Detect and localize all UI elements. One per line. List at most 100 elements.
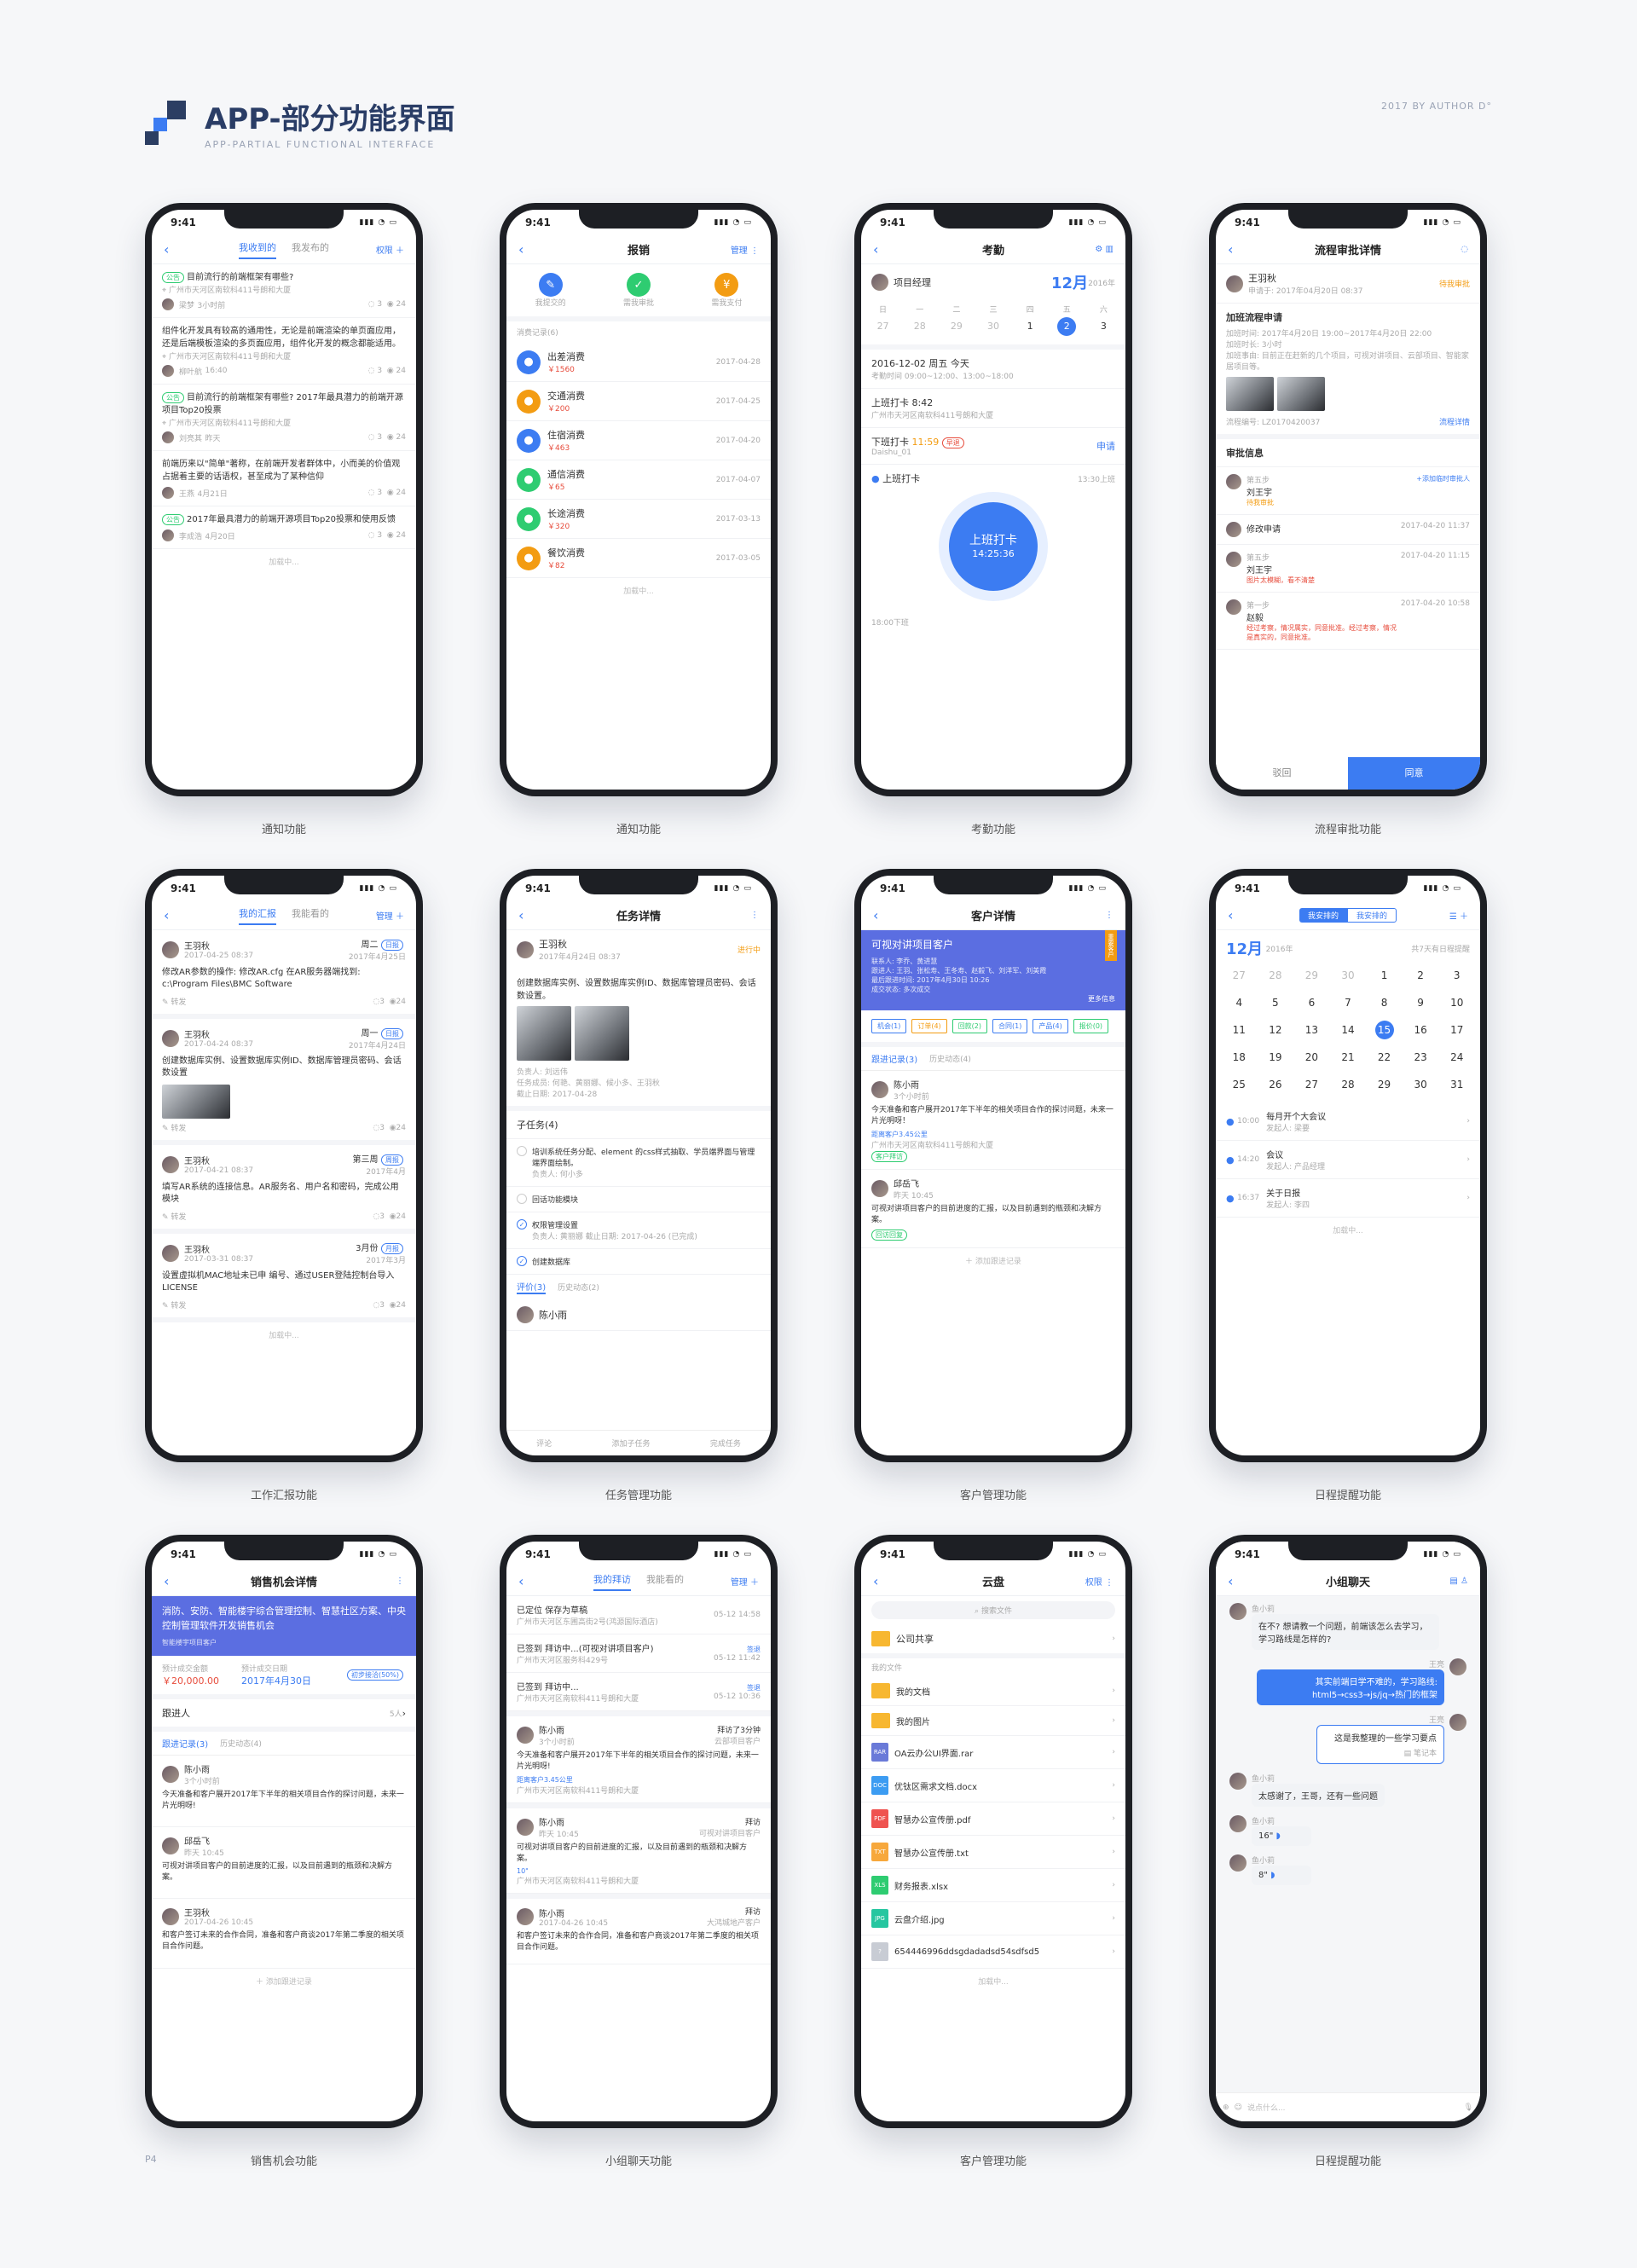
manage-button[interactable]: 管理 ＋ — [370, 909, 404, 922]
calendar-day[interactable]: 3 — [1438, 966, 1475, 985]
day-cell[interactable]: 日 27 — [874, 304, 893, 336]
follow-record[interactable]: 陈小雨 3个小时前 今天准备和客户展开2017年下半年的相关项目合作的探讨问题，未来… — [152, 1756, 416, 1828]
calendar-day[interactable]: 12 — [1258, 1021, 1294, 1039]
file-item[interactable]: 我的文档 › — [861, 1676, 1125, 1706]
stat-chip[interactable]: 订单(4) — [911, 1019, 947, 1033]
add-icon[interactable]: ⊕ — [1223, 2103, 1229, 2112]
tab-comments[interactable]: 评价(3) — [517, 1280, 547, 1294]
tab-follow[interactable]: 跟进记录(3) — [162, 1737, 208, 1750]
shared-folder[interactable]: 公司共享 › — [861, 1624, 1125, 1658]
calendar-day[interactable]: 16 — [1403, 1021, 1439, 1039]
voice-message[interactable]: 8" ◗ — [1252, 1866, 1311, 1885]
file-item[interactable]: DOC 优钛区需求文档.docx › — [861, 1769, 1125, 1802]
back-icon[interactable]: ‹ — [1228, 241, 1262, 257]
calendar-day[interactable]: 11 — [1221, 1021, 1258, 1039]
calendar-day[interactable]: 20 — [1293, 1048, 1330, 1067]
approve-button[interactable]: ✓ 需我审批 — [623, 273, 654, 308]
calendar-day[interactable]: 1 — [1366, 966, 1403, 985]
add-subtask-button[interactable]: 添加子任务 — [611, 1438, 650, 1449]
calendar-day[interactable]: 5 — [1258, 993, 1294, 1012]
event-item[interactable]: ● 10:00 每月开个大会议 发起人: 梁要 › — [1216, 1102, 1480, 1141]
pay-button[interactable]: ¥ 需我支付 — [711, 273, 742, 308]
calendar-day[interactable]: 26 — [1258, 1075, 1294, 1094]
month-label[interactable]: 12月 — [1051, 271, 1088, 293]
day-cell[interactable]: 三 30 — [984, 304, 1003, 336]
stat-chip[interactable]: 机会(1) — [871, 1019, 907, 1033]
submitted-button[interactable]: ✎ 我提交的 — [535, 273, 566, 308]
month-label[interactable]: 12月 — [1226, 937, 1263, 959]
day-cell[interactable]: 一 28 — [911, 304, 929, 336]
tab-my-visit[interactable]: 我的拜访 — [593, 1572, 631, 1591]
calendar-day[interactable]: 9 — [1403, 993, 1439, 1012]
file-item[interactable]: ? 654446996ddsgdadadsd54sdfsd5 › — [861, 1935, 1125, 1969]
tab-assigned[interactable]: 我安排的 — [1347, 908, 1397, 923]
chat-icon[interactable]: ◌ — [1434, 245, 1468, 254]
day-cell[interactable]: 二 29 — [947, 304, 966, 336]
report-image[interactable] — [162, 1085, 230, 1119]
notice-item[interactable]: 组件化开发具有较高的通用性，无论是前端渲染的单页面应用，还是后端模板渲染的多页面… — [152, 318, 416, 385]
visit-status[interactable]: 已签到 拜访中...(可视对讲项目客户) 广州市天河区服务科429号 签退 05-12… — [506, 1634, 771, 1673]
add-record-button[interactable]: ＋ 添加跟进记录 — [152, 1969, 416, 1993]
task-image[interactable] — [517, 1006, 571, 1061]
more-icon[interactable]: ⋮ — [725, 911, 759, 920]
calendar-day[interactable]: 29 — [1293, 966, 1330, 985]
calendar-day[interactable]: 25 — [1221, 1075, 1258, 1094]
stat-chip[interactable]: 报价(0) — [1073, 1019, 1109, 1033]
checkbox-icon[interactable] — [517, 1194, 527, 1204]
calendar-day[interactable]: 27 — [1221, 966, 1258, 985]
checkbox-icon[interactable]: ✓ — [517, 1256, 527, 1266]
settings-icon[interactable]: ⚙ ▥ — [1079, 245, 1114, 254]
follower-row[interactable]: 跟进人 5人 › — [152, 1699, 416, 1732]
back-icon[interactable]: ‹ — [518, 907, 552, 923]
add-record-button[interactable]: ＋ 添加跟进记录 — [861, 1248, 1125, 1273]
more-icon[interactable]: ⋮ — [1079, 911, 1114, 920]
calendar-day[interactable]: 23 — [1403, 1048, 1439, 1067]
back-icon[interactable]: ‹ — [164, 1573, 198, 1589]
attachment-image[interactable] — [1277, 377, 1325, 411]
calendar-day[interactable]: 19 — [1258, 1048, 1294, 1067]
day-cell[interactable]: 五2 — [1057, 304, 1077, 336]
subtask-item[interactable]: ✓ 权限管理设置 负责人: 黄丽娜 截止日期: 2017-04-26 (已完成) — [506, 1212, 771, 1249]
tab-received[interactable]: 我收到的 — [239, 240, 276, 259]
message-input[interactable]: 说点什么... — [1247, 2102, 1459, 2113]
tab-follow[interactable]: 跟进记录(3) — [871, 1052, 917, 1065]
expense-item[interactable]: ● 住宿消费 ￥463 2017-04-20 — [506, 421, 771, 460]
manage-button[interactable]: 管理 ＋ — [725, 1575, 759, 1588]
calendar-day[interactable]: 7 — [1330, 993, 1367, 1012]
back-icon[interactable]: ‹ — [518, 1573, 552, 1589]
calendar-day[interactable]: 28 — [1258, 966, 1294, 985]
calendar-day[interactable]: 30 — [1330, 966, 1367, 985]
tab-history[interactable]: 历史动态(4) — [929, 1053, 971, 1064]
tab-visible[interactable]: 我能看的 — [292, 906, 329, 925]
day-cell[interactable]: 六3 — [1094, 304, 1113, 336]
follow-record[interactable]: 王羽秋 2017-04-26 10:45 和客户签订未来的合作合同，准备和客户商谈2… — [152, 1899, 416, 1969]
calendar-day[interactable]: 24 — [1438, 1048, 1475, 1067]
visit-status[interactable]: 已签到 拜访中... 广州市天河区南软科411号朗和大厦 签退 05-12 10:36 — [506, 1673, 771, 1711]
tab-history[interactable]: 历史动态(2) — [558, 1282, 599, 1293]
agree-button[interactable]: 同意 — [1348, 757, 1480, 790]
permission-button[interactable]: 权限 ＋ — [370, 243, 404, 256]
notice-item[interactable]: 公告 目前流行的前端框架有哪些? 2017年最具潜力的前端开源项目Top20投票 ⌖… — [152, 385, 416, 451]
expense-item[interactable]: ● 交通消费 ￥200 2017-04-25 — [506, 382, 771, 421]
subtask-item[interactable]: 培训系统任务分配、element 的css样式抽取、学员端界面与管理端界面绘制。… — [506, 1139, 771, 1187]
file-item[interactable]: XLS 财务报表.xlsx › — [861, 1869, 1125, 1902]
apply-link[interactable]: 申请 — [1096, 439, 1115, 453]
tab-history[interactable]: 历史动态(4) — [220, 1738, 262, 1749]
file-item[interactable]: RAR OA云办公UI界面.rar › — [861, 1736, 1125, 1769]
task-image[interactable] — [575, 1006, 629, 1061]
tab-visible[interactable]: 我能看的 — [646, 1572, 684, 1591]
voice-message[interactable]: 16" ◗ — [1252, 1826, 1311, 1846]
checkbox-icon[interactable] — [517, 1146, 527, 1156]
more-info-link[interactable]: 更多信息 — [871, 994, 1115, 1004]
calendar-day[interactable]: 15 — [1366, 1021, 1403, 1039]
calendar-day[interactable]: 6 — [1293, 993, 1330, 1012]
reject-button[interactable]: 驳回 — [1216, 757, 1348, 790]
comment-button[interactable]: 评论 — [536, 1438, 552, 1449]
subtask-item[interactable]: 回话功能模块 — [506, 1187, 771, 1212]
calendar-day[interactable]: 17 — [1438, 1021, 1475, 1039]
visit-record[interactable]: 陈小雨 2017-04-26 10:45 拜访 大鸿城地产客户 和客户签订未来的合作合同… — [506, 1894, 771, 1964]
calendar-day[interactable]: 4 — [1221, 993, 1258, 1012]
tab-mine[interactable]: 我安排的 — [1299, 908, 1347, 923]
file-item[interactable]: 我的图片 › — [861, 1706, 1125, 1736]
calendar-day[interactable]: 28 — [1330, 1075, 1367, 1094]
